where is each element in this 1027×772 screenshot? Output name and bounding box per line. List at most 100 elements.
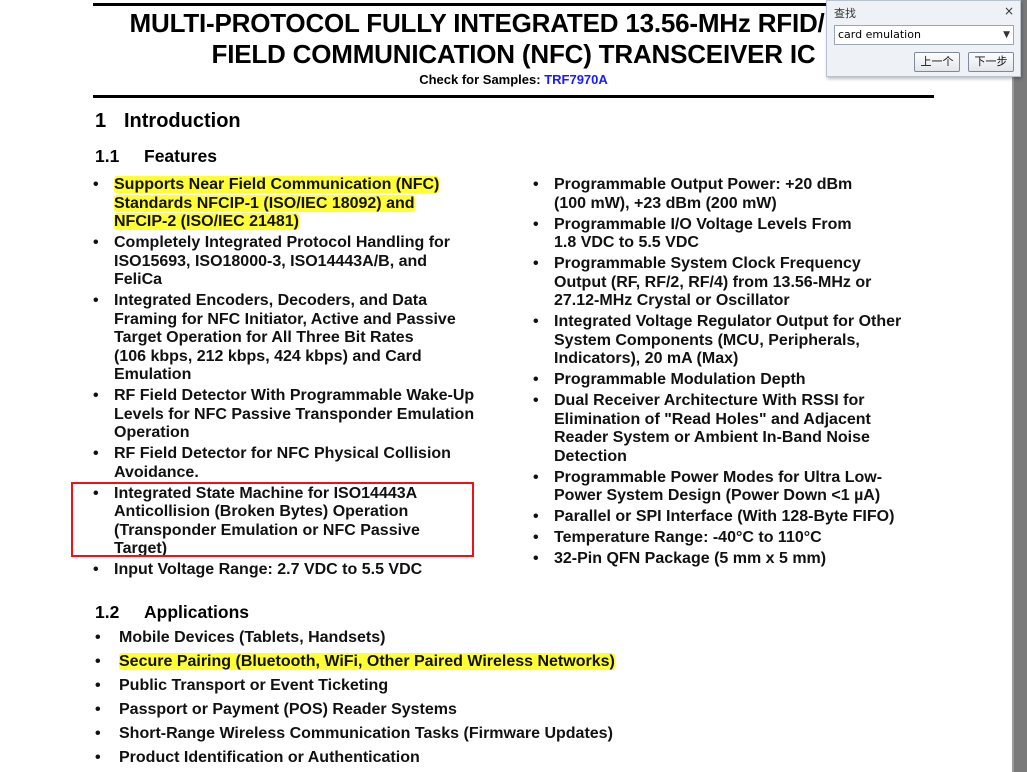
application-item: • Short-Range Wireless Communication Task… (95, 725, 613, 743)
application-item: • Public Transport or Event Ticketing (95, 677, 388, 695)
top-rule (93, 3, 934, 6)
bullet: • (533, 529, 539, 546)
bullet: • (93, 176, 99, 193)
application-text: Public Transport or Event Ticketing (119, 677, 389, 694)
feature-line: Temperature Range: -40°C to 110°C (554, 529, 822, 546)
feature-line: (100 mW), +23 dBm (200 mW) (554, 194, 777, 212)
application-text: Passport or Payment (POS) Reader Systems (119, 701, 457, 718)
bullet: • (93, 387, 99, 404)
feature-line: RF Field Detector With Programmable Wake… (114, 387, 475, 404)
chevron-down-icon[interactable]: ▼ (1003, 26, 1010, 44)
feature-line: Supports Near Field Communication (NFC) (114, 176, 440, 193)
bullet: • (533, 215, 539, 233)
feature-item: • Dual Receiver Architecture With RSSI fo… (533, 392, 953, 466)
find-next-button[interactable]: 下一步 (968, 52, 1014, 72)
feature-line: Integrated Encoders, Decoders, and Data (114, 292, 427, 309)
find-dialog: 查找 × card emulation ▼ 上一个 下一步 (826, 0, 1021, 77)
search-input[interactable]: card emulation ▼ (834, 25, 1014, 45)
section-title: Applications (144, 602, 250, 622)
application-item: • Secure Pairing (Bluetooth, WiFi, Other … (95, 653, 615, 671)
application-item: • Product Identification or Authenticatio… (95, 749, 420, 767)
feature-line: Dual Receiver Architecture With RSSI for (554, 392, 865, 409)
feature-item: • Input Voltage Range: 2.7 VDC to 5.5 VDC (93, 561, 513, 580)
feature-line: Completely Integrated Protocol Handling … (114, 234, 451, 251)
section-introduction: 1 Introduction (95, 110, 241, 133)
feature-line: Reader System or Ambient In-Band Noise (554, 429, 870, 446)
section-number: 1.1 (95, 146, 120, 166)
title-line-2: FIELD COMMUNICATION (NFC) TRANSCEIVER IC (211, 39, 816, 69)
features-right-list: • Programmable Output Power: +20 dBm (100 … (533, 176, 953, 571)
feature-line: Programmable Modulation Depth (554, 371, 806, 388)
bullet: • (533, 371, 539, 388)
find-prev-button[interactable]: 上一个 (914, 52, 960, 72)
feature-line: Parallel or SPI Interface (With 128-Byte… (554, 508, 895, 525)
feature-item: • Programmable Power Modes for Ultra Low-… (533, 469, 953, 506)
feature-line: Framing for NFC Initiator, Active and Pa… (114, 310, 456, 328)
bullet: • (533, 508, 539, 525)
feature-line: Programmable Output Power: +20 dBm (554, 176, 853, 193)
bullet: • (533, 313, 539, 330)
feature-item: • Programmable System Clock Frequency Outp… (533, 255, 953, 311)
feature-line: Programmable Power Modes for Ultra Low- (554, 468, 883, 486)
feature-item: • Completely Integrated Protocol Handling… (93, 234, 513, 290)
application-text: Secure Pairing (Bluetooth, WiFi, Other P… (119, 653, 615, 670)
header-rule (93, 95, 934, 98)
feature-item: • Integrated Voltage Regulator Output for… (533, 313, 953, 369)
feature-item: • Supports Near Field Communication (NFC)… (93, 176, 513, 232)
feature-item: • Temperature Range: -40°C to 110°C (533, 529, 953, 548)
application-item: • Passport or Payment (POS) Reader System… (95, 701, 457, 719)
feature-line: Levels for NFC Passive Transponder Emula… (114, 405, 475, 423)
feature-line: Operation (114, 424, 190, 441)
application-text: Product Identification or Authentication (119, 749, 420, 766)
bullet: • (95, 653, 101, 670)
bullet: • (533, 392, 539, 409)
bullet: • (533, 468, 539, 486)
feature-line: Indicators), 20 mA (Max) (554, 350, 739, 367)
application-text: Short-Range Wireless Communication Tasks… (119, 725, 613, 742)
bullet: • (533, 176, 539, 193)
section-title: Features (144, 146, 217, 166)
feature-line: RF Field Detector for NFC Physical Colli… (114, 445, 451, 462)
feature-item: • Programmable Output Power: +20 dBm (100 … (533, 176, 953, 213)
bullet: • (93, 445, 99, 462)
close-icon[interactable]: × (1004, 4, 1014, 18)
section-number: 1.2 (95, 602, 120, 622)
application-item: • Mobile Devices (Tablets, Handsets) (95, 629, 385, 647)
feature-item: • Programmable I/O Voltage Levels From 1.8… (533, 216, 953, 253)
feature-line: Integrated Voltage Regulator Output for … (554, 313, 902, 330)
feature-item: • 32-Pin QFN Package (5 mm x 5 mm) (533, 550, 953, 569)
bullet: • (533, 550, 539, 567)
feature-line: Output (RF, RF/2, RF/4) from 13.56-MHz o… (554, 273, 872, 291)
application-text: Mobile Devices (Tablets, Handsets) (119, 629, 386, 646)
feature-item: • RF Field Detector With Programmable Wak… (93, 387, 513, 443)
section-features: 1.1 Features (95, 146, 217, 167)
bullet: • (95, 677, 101, 694)
feature-line: Power System Design (Power Down <1 µA) (554, 487, 881, 504)
feature-line: Programmable I/O Voltage Levels From (554, 215, 852, 233)
check-samples: Check for Samples: TRF7970A (93, 72, 934, 87)
feature-item: • Integrated Encoders, Decoders, and Data… (93, 292, 513, 385)
section-title: Introduction (124, 110, 241, 132)
title-line-1: MULTI-PROTOCOL FULLY INTEGRATED 13.56-MH… (129, 8, 898, 38)
sample-link[interactable]: TRF7970A (544, 72, 608, 87)
feature-item: • Programmable Modulation Depth (533, 371, 953, 390)
bullet: • (95, 749, 101, 766)
bullet: • (95, 629, 101, 646)
feature-line: Programmable System Clock Frequency (554, 255, 861, 272)
page-title: MULTI-PROTOCOL FULLY INTEGRATED 13.56-MH… (93, 8, 934, 70)
bullet: • (93, 561, 99, 578)
feature-line: Target Operation for All Three Bit Rates (114, 329, 414, 346)
find-dialog-title: 查找 (834, 7, 856, 20)
feature-line: 32-Pin QFN Package (5 mm x 5 mm) (554, 550, 827, 567)
section-number: 1 (95, 110, 107, 132)
feature-line: Avoidance. (114, 463, 199, 481)
bullet: • (93, 234, 99, 251)
section-applications: 1.2 Applications (95, 602, 249, 623)
feature-line: Elimination of "Read Holes" and Adjacent (554, 410, 871, 428)
viewer-scroll-gutter[interactable] (1014, 0, 1027, 772)
feature-line: Detection (554, 447, 627, 465)
feature-line: ISO15693, ISO18000-3, ISO14443A/B, and (114, 252, 428, 270)
feature-line: 1.8 VDC to 5.5 VDC (554, 234, 699, 251)
check-samples-label: Check for Samples: (419, 72, 541, 87)
feature-line: 27.12-MHz Crystal or Oscillator (554, 292, 790, 309)
